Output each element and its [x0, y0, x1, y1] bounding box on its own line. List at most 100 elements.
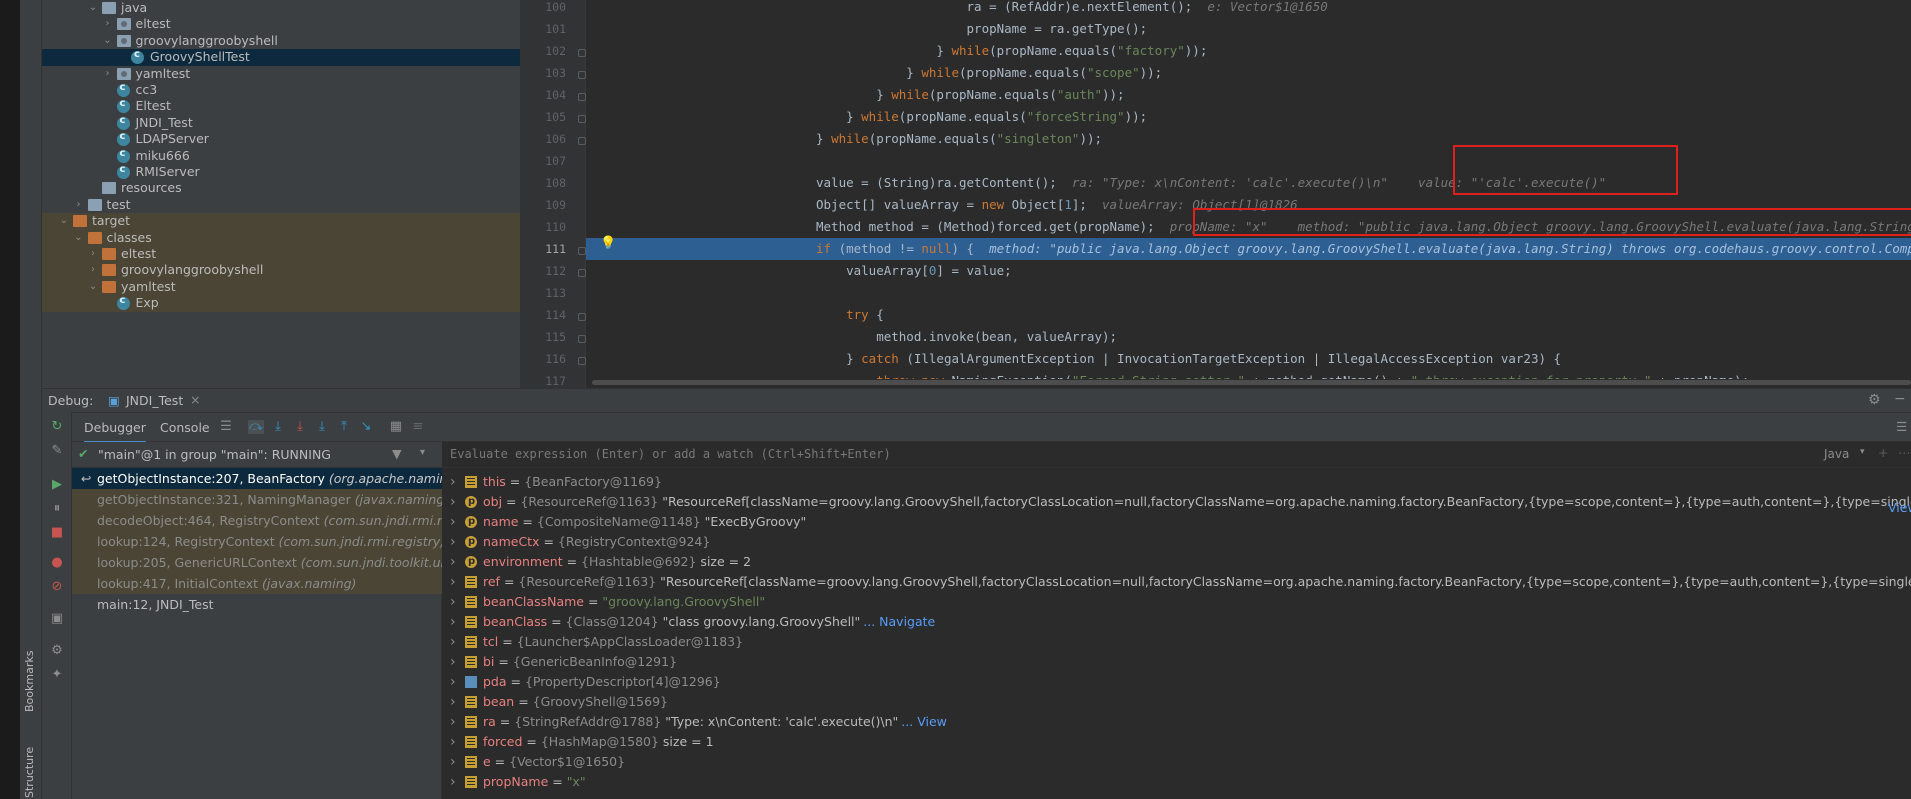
- step-out-icon[interactable]: ⤒: [336, 420, 352, 434]
- code-line[interactable]: } while(propName.equals("singleton"));: [586, 128, 1102, 150]
- session-tab-jndi-test[interactable]: JNDI_Test: [126, 393, 183, 408]
- gear-icon[interactable]: ⚙: [49, 644, 65, 658]
- stack-frame[interactable]: getObjectInstance:321, NamingManager (ja…: [72, 489, 442, 510]
- chevron-right-icon[interactable]: ›: [450, 732, 456, 752]
- tree-item[interactable]: cc3: [42, 80, 520, 98]
- tab-console[interactable]: Console: [160, 420, 210, 435]
- variable-row[interactable]: › forced = {HashMap@1580} size = 1: [442, 732, 1911, 752]
- chevron-down-icon[interactable]: ⌄: [102, 33, 114, 49]
- structure-tab[interactable]: Structure: [23, 747, 36, 798]
- chevron-right-icon[interactable]: ›: [450, 492, 456, 512]
- variable-row[interactable]: › bean = {GroovyShell@1569}: [442, 692, 1911, 712]
- show-execution-point-icon[interactable]: ⤼: [248, 420, 264, 434]
- code-line[interactable]: ra = (RefAddr)e.nextElement(); e: Vector…: [586, 0, 1328, 18]
- chevron-down-icon[interactable]: ▾: [420, 447, 425, 458]
- chevron-right-icon[interactable]: ›: [450, 512, 456, 532]
- variable-row[interactable]: › e = {Vector$1@1650}: [442, 752, 1911, 772]
- variable-row[interactable]: › obj = {ResourceRef@1163} "ResourceRef[c…: [442, 492, 1911, 512]
- resume-icon[interactable]: ▶: [49, 478, 65, 492]
- variable-row[interactable]: › bi = {GenericBeanInfo@1291}: [442, 652, 1911, 672]
- tree-item[interactable]: ⌄ yamltest: [42, 278, 520, 296]
- fold-marker-icon[interactable]: [578, 357, 586, 365]
- code-line[interactable]: } while(propName.equals("forceString"));: [586, 106, 1147, 128]
- chevron-down-icon[interactable]: ⌄: [87, 279, 99, 295]
- layout-menu-icon[interactable]: ☰: [218, 420, 234, 434]
- code-line[interactable]: Object[] valueArray = new Object[1]; val…: [586, 194, 1298, 216]
- chevron-right-icon[interactable]: ›: [450, 752, 456, 772]
- stack-frame[interactable]: decodeObject:464, RegistryContext (com.s…: [72, 510, 442, 531]
- chevron-right-icon[interactable]: ›: [102, 66, 114, 82]
- pin-icon[interactable]: ✦: [49, 668, 65, 682]
- chevron-right-icon[interactable]: ›: [450, 772, 456, 792]
- tree-item[interactable]: › groovylanggroobyshell: [42, 262, 520, 279]
- code-line[interactable]: } while(propName.equals("auth"));: [586, 84, 1124, 106]
- chevron-right-icon[interactable]: ›: [450, 692, 456, 712]
- variable-row[interactable]: › name = {CompositeName@1148} "ExecByGroo…: [442, 512, 1911, 532]
- thread-selector[interactable]: ✔ "main"@1 in group "main": RUNNING ▼ ▾: [72, 442, 442, 468]
- pause-icon[interactable]: ⏸: [49, 502, 65, 516]
- language-selector[interactable]: Java: [1824, 447, 1849, 461]
- run-to-cursor-icon[interactable]: ↘: [358, 420, 374, 434]
- stack-frame[interactable]: lookup:205, GenericURLContext (com.sun.j…: [72, 552, 442, 573]
- tree-item[interactable]: › eltest: [42, 246, 520, 263]
- restore-layout-icon[interactable]: ☰: [1896, 419, 1907, 434]
- view-overflow-link[interactable]: View: [1888, 500, 1911, 515]
- settings-wrench-icon[interactable]: ✎: [49, 444, 65, 458]
- code-line[interactable]: if (method != null) { method: "public ja…: [586, 238, 1911, 260]
- tree-item[interactable]: LDAPServer: [42, 129, 520, 147]
- chevron-right-icon[interactable]: ›: [450, 712, 456, 732]
- evaluate-expression-icon[interactable]: ▦: [388, 420, 404, 434]
- variable-row[interactable]: › environment = {Hashtable@692} size = 2: [442, 552, 1911, 572]
- stack-frame[interactable]: main:12, JNDI_Test: [72, 594, 442, 615]
- tree-item[interactable]: ⌄ groovylanggroobyshell: [42, 33, 520, 49]
- trace-stream-icon[interactable]: ≡: [410, 420, 426, 434]
- fold-marker-icon[interactable]: [578, 93, 586, 101]
- fold-marker-icon[interactable]: [578, 49, 586, 57]
- variable-row[interactable]: › this = {BeanFactory@1169}: [442, 472, 1911, 492]
- code-line[interactable]: } while(propName.equals("factory"));: [586, 40, 1207, 62]
- camera-icon[interactable]: ▣: [49, 612, 65, 626]
- chevron-right-icon[interactable]: ›: [102, 16, 114, 32]
- fold-marker-icon[interactable]: [578, 137, 586, 145]
- stop-icon[interactable]: ■: [49, 526, 65, 540]
- chevron-right-icon[interactable]: ›: [450, 472, 456, 492]
- variable-row[interactable]: › beanClass = {Class@1204} "class groovy.…: [442, 612, 1911, 632]
- code-line[interactable]: propName = ra.getType();: [586, 18, 1148, 40]
- tree-item[interactable]: › eltest: [42, 16, 520, 32]
- chevron-down-icon[interactable]: ⌄: [87, 0, 99, 16]
- lightbulb-icon[interactable]: 💡: [600, 236, 616, 251]
- variable-row[interactable]: › propName = "x": [442, 772, 1911, 792]
- code-line[interactable]: [586, 282, 816, 304]
- code-line[interactable]: } while(propName.equals("scope"));: [586, 62, 1162, 84]
- editor-scroll-thumb[interactable]: [592, 380, 1911, 385]
- chevron-right-icon[interactable]: ›: [450, 632, 456, 652]
- view-breakpoints-icon[interactable]: ●: [49, 556, 65, 570]
- step-into-icon[interactable]: ⤓: [292, 420, 308, 434]
- code-line[interactable]: try {: [586, 304, 884, 326]
- tree-item[interactable]: RMIServer: [42, 162, 520, 180]
- variable-row[interactable]: › pda = {PropertyDescriptor[4]@1296}: [442, 672, 1911, 692]
- gear-icon[interactable]: ⚙: [1868, 392, 1881, 408]
- fold-marker-icon[interactable]: [578, 247, 586, 255]
- code-line[interactable]: } catch (IllegalArgumentException | Invo…: [586, 348, 1561, 370]
- code-line[interactable]: valueArray[0] = value;: [586, 260, 1012, 282]
- minimize-icon[interactable]: −: [1894, 391, 1906, 407]
- fold-marker-icon[interactable]: [578, 115, 586, 123]
- tree-item[interactable]: ⌄ target: [42, 213, 520, 230]
- view-link[interactable]: ... View: [901, 714, 947, 729]
- tree-item[interactable]: GroovyShellTest: [42, 47, 520, 66]
- chevron-down-icon[interactable]: ⌄: [58, 213, 70, 229]
- tree-item[interactable]: miku666: [42, 146, 520, 164]
- stack-frame[interactable]: ↩ getObjectInstance:207, BeanFactory (org…: [72, 468, 442, 489]
- bookmarks-tab[interactable]: Bookmarks: [23, 651, 36, 712]
- tree-item[interactable]: ⌄ java: [42, 0, 520, 16]
- add-watch-icon[interactable]: +: [1878, 445, 1888, 460]
- code-line[interactable]: [586, 150, 816, 172]
- chevron-right-icon[interactable]: ›: [450, 592, 456, 612]
- tree-item[interactable]: Exp: [42, 293, 520, 312]
- chevron-right-icon[interactable]: ›: [450, 652, 456, 672]
- code-line[interactable]: method.invoke(bean, valueArray);: [586, 326, 1117, 348]
- chevron-right-icon[interactable]: ›: [450, 572, 456, 592]
- tree-item[interactable]: › test: [42, 197, 520, 213]
- chevron-right-icon[interactable]: ›: [73, 197, 85, 213]
